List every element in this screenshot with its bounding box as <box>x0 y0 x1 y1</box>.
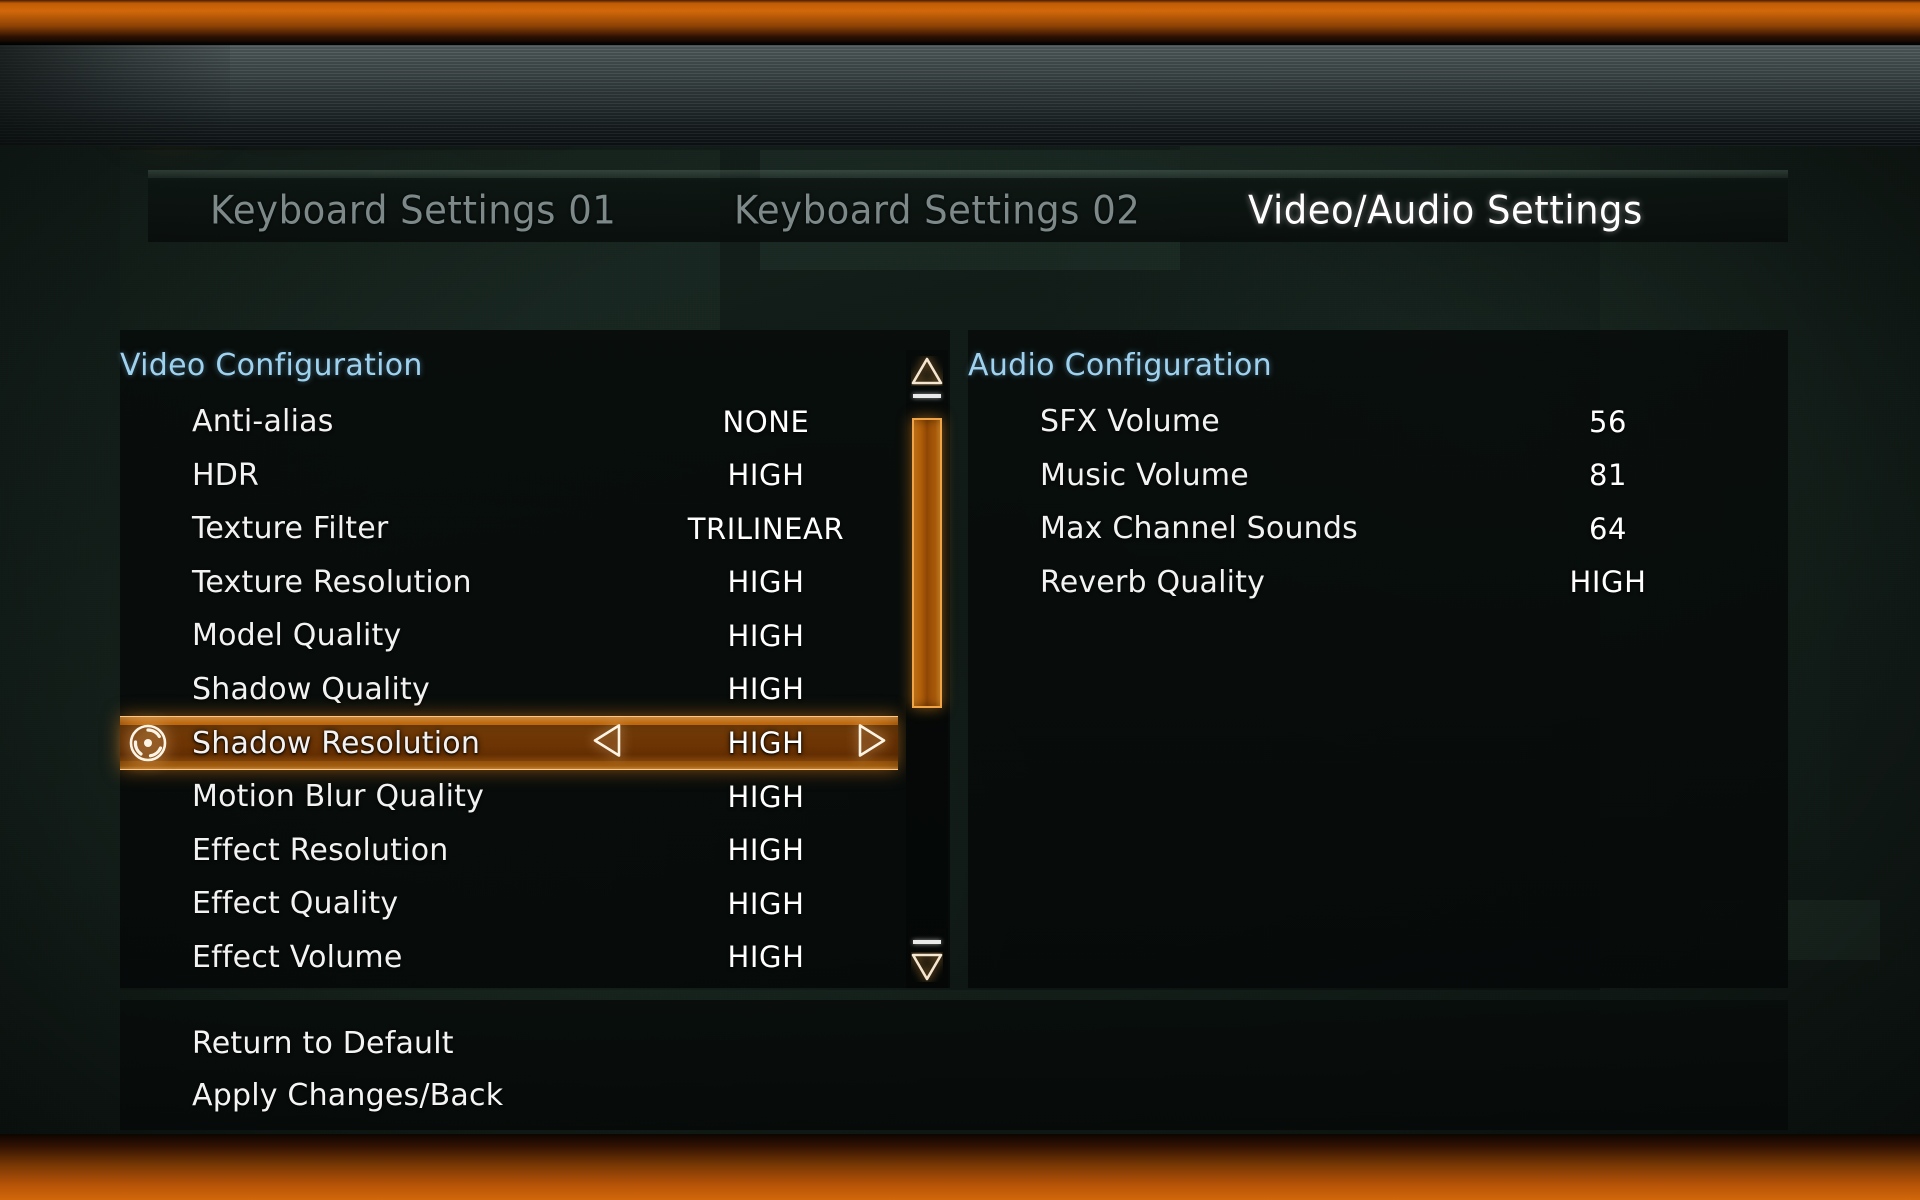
setting-value: HIGH <box>727 940 805 975</box>
setting-row[interactable]: Effect Resolution HIGH <box>120 824 898 878</box>
tab-keyboard-settings-02[interactable]: Keyboard Settings 02 <box>734 187 1140 232</box>
setting-label: Effect Quality <box>192 886 399 922</box>
video-list-scrollbar[interactable] <box>906 350 948 988</box>
triangle-up-icon[interactable] <box>911 356 943 386</box>
header-scanlines <box>0 42 1920 146</box>
setting-row[interactable]: Model Quality HIGH <box>120 609 898 663</box>
setting-row[interactable]: Shadow Quality HIGH <box>120 663 898 717</box>
setting-label: Effect Volume <box>192 939 403 975</box>
setting-value: NONE <box>722 404 810 439</box>
setting-value: HIGH <box>727 458 805 493</box>
audio-settings-list: SFX Volume 56 Music Volume 81 Max Channel So… <box>968 395 1758 609</box>
tab-keyboard-settings-01[interactable]: Keyboard Settings 01 <box>210 187 616 232</box>
action-button-list: Return to Default Apply Changes/Back <box>192 1018 503 1122</box>
scrollbar-thumb[interactable] <box>912 418 942 708</box>
video-configuration-heading: Video Configuration <box>120 348 423 383</box>
top-frame-bar <box>0 0 1920 45</box>
header-shadow-smear <box>0 42 230 146</box>
setting-label: Shadow Resolution <box>192 725 481 761</box>
action-button[interactable]: Return to Default <box>192 1018 503 1070</box>
setting-label: Reverb Quality <box>1040 564 1266 600</box>
setting-value: HIGH <box>727 886 805 921</box>
action-button[interactable]: Apply Changes/Back <box>192 1070 503 1122</box>
setting-value: TRILINEAR <box>687 511 845 546</box>
bottom-frame-bar <box>0 1134 1920 1200</box>
setting-label: SFX Volume <box>1040 404 1220 440</box>
scrollbar-tick-top <box>913 394 941 398</box>
setting-row-selected[interactable]: Shadow Resolution HIGH <box>120 716 898 770</box>
setting-row[interactable]: Texture Resolution HIGH <box>120 556 898 610</box>
setting-label: HDR <box>192 457 260 493</box>
setting-label: Effect Resolution <box>192 832 449 868</box>
setting-row[interactable]: Motion Blur Quality HIGH <box>120 770 898 824</box>
setting-value: HIGH <box>727 565 805 600</box>
audio-configuration-heading: Audio Configuration <box>968 348 1272 383</box>
setting-row[interactable]: Texture Filter TRILINEAR <box>120 502 898 556</box>
setting-row[interactable]: Reverb Quality HIGH <box>968 556 1758 610</box>
setting-row[interactable]: Music Volume 81 <box>968 449 1758 503</box>
setting-value: HIGH <box>727 779 805 814</box>
setting-row[interactable]: HDR HIGH <box>120 449 898 503</box>
setting-value: HIGH <box>727 618 805 653</box>
video-settings-list: Anti-alias NONE HDR HIGH Texture Filter TRILI… <box>120 395 898 984</box>
setting-label: Max Channel Sounds <box>1040 511 1358 547</box>
triangle-left-icon[interactable] <box>592 724 622 763</box>
setting-value: HIGH <box>1569 565 1647 600</box>
setting-label: Texture Resolution <box>192 564 472 600</box>
setting-row[interactable]: Anti-alias NONE <box>120 395 898 449</box>
tab-bar: Keyboard Settings 01 Keyboard Settings 0… <box>148 178 1788 242</box>
scrollbar-tick-bottom <box>913 940 941 944</box>
setting-row[interactable]: Effect Quality HIGH <box>120 877 898 931</box>
setting-label: Motion Blur Quality <box>192 779 485 815</box>
setting-row[interactable]: Effect Volume HIGH <box>120 931 898 985</box>
setting-value: 64 <box>1588 511 1628 546</box>
setting-label: Texture Filter <box>192 511 389 547</box>
tab-video-audio-settings[interactable]: Video/Audio Settings <box>1248 187 1643 232</box>
setting-label: Shadow Quality <box>192 671 430 707</box>
setting-label: Model Quality <box>192 618 402 654</box>
setting-row[interactable]: Max Channel Sounds 64 <box>968 502 1758 556</box>
setting-label: Music Volume <box>1040 457 1249 493</box>
setting-value: 56 <box>1588 404 1628 439</box>
triangle-down-icon[interactable] <box>911 952 943 982</box>
title-header <box>0 42 1920 146</box>
setting-label: Anti-alias <box>192 404 334 440</box>
triangle-right-icon[interactable] <box>857 724 887 763</box>
circular-cursor-icon <box>128 723 168 763</box>
setting-row[interactable]: SFX Volume 56 <box>968 395 1758 449</box>
setting-value: HIGH <box>727 672 805 707</box>
setting-value: HIGH <box>727 833 805 868</box>
setting-value: 81 <box>1588 458 1628 493</box>
